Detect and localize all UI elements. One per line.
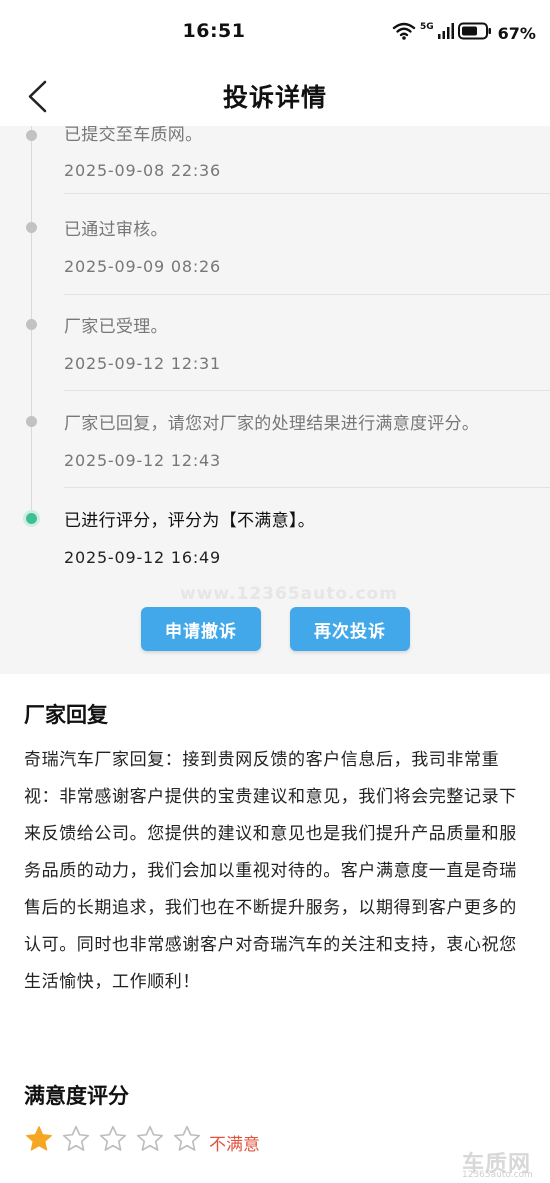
star-empty-icon bbox=[172, 1124, 202, 1154]
timeline-item-time: 2025-09-08 22:36 bbox=[64, 161, 221, 180]
wifi-icon bbox=[392, 21, 416, 45]
timeline-item: 已提交至车质网。 2025-09-08 22:36 bbox=[0, 126, 550, 194]
timeline-dot bbox=[26, 222, 37, 233]
corner-watermark-url: 12365auto.com bbox=[462, 1170, 533, 1180]
timeline-item-text: 已提交至车质网。 bbox=[64, 126, 203, 145]
withdraw-complaint-button[interactable]: 申请撤诉 bbox=[141, 607, 261, 651]
complain-again-button[interactable]: 再次投诉 bbox=[290, 607, 410, 651]
timeline-item-time: 2025-09-12 12:31 bbox=[64, 354, 221, 373]
reply-section-title: 厂家回复 bbox=[24, 703, 108, 727]
reply-body: 奇瑞汽车厂家回复：接到贵网反馈的客户信息后，我司非常重视：非常感谢客户提供的宝贵… bbox=[24, 750, 517, 992]
status-bar: 16:51 5G 67% bbox=[0, 0, 550, 66]
timeline-item: 已通过审核。 2025-09-09 08:26 bbox=[0, 194, 550, 295]
timeline-item: 厂家已回复，请您对厂家的处理结果进行满意度评分。 2025-09-12 12:4… bbox=[0, 388, 550, 488]
status-icons: 5G 67% bbox=[392, 22, 536, 44]
timeline-item-text: 已通过审核。 bbox=[64, 220, 168, 240]
star-empty-icon bbox=[135, 1124, 165, 1154]
timeline-item: 厂家已受理。 2025-09-12 12:31 bbox=[0, 291, 550, 391]
timeline-item-current: 已进行评分，评分为【不满意】。 2025-09-12 16:49 bbox=[0, 485, 550, 581]
signal-icon bbox=[437, 23, 454, 43]
battery-icon bbox=[457, 22, 492, 44]
star-empty-icon bbox=[61, 1124, 91, 1154]
satisfaction-section-title: 满意度评分 bbox=[24, 1084, 129, 1108]
timeline-dot bbox=[26, 416, 37, 427]
timeline-item-text: 已进行评分，评分为【不满意】。 bbox=[64, 511, 315, 531]
star-filled-icon bbox=[24, 1124, 54, 1154]
timeline-item-time: 2025-09-12 16:49 bbox=[64, 548, 221, 567]
rating-stars bbox=[24, 1124, 202, 1154]
page-title: 投诉详情 bbox=[222, 83, 327, 112]
star-empty-icon bbox=[98, 1124, 128, 1154]
nav-bar: 投诉详情 bbox=[0, 66, 550, 126]
timeline-item-text: 厂家已受理。 bbox=[64, 317, 168, 337]
battery-percent: 67% bbox=[497, 23, 536, 43]
timeline-item-time: 2025-09-12 12:43 bbox=[64, 451, 221, 470]
timeline-item-time: 2025-09-09 08:26 bbox=[64, 257, 221, 276]
status-time: 16:51 bbox=[182, 20, 246, 42]
network-type-label: 5G bbox=[420, 22, 434, 32]
progress-timeline: 已提交至车质网。 2025-09-08 22:36 已通过审核。 2025-09… bbox=[0, 126, 550, 674]
rating-label: 不满意 bbox=[209, 1135, 260, 1155]
timeline-dot-active bbox=[23, 510, 40, 527]
timeline-dot bbox=[26, 319, 37, 330]
timeline-dot bbox=[26, 130, 37, 141]
timeline-item-text: 厂家已回复，请您对厂家的处理结果进行满意度评分。 bbox=[64, 414, 480, 434]
watermark: www.12365auto.com bbox=[180, 584, 398, 604]
